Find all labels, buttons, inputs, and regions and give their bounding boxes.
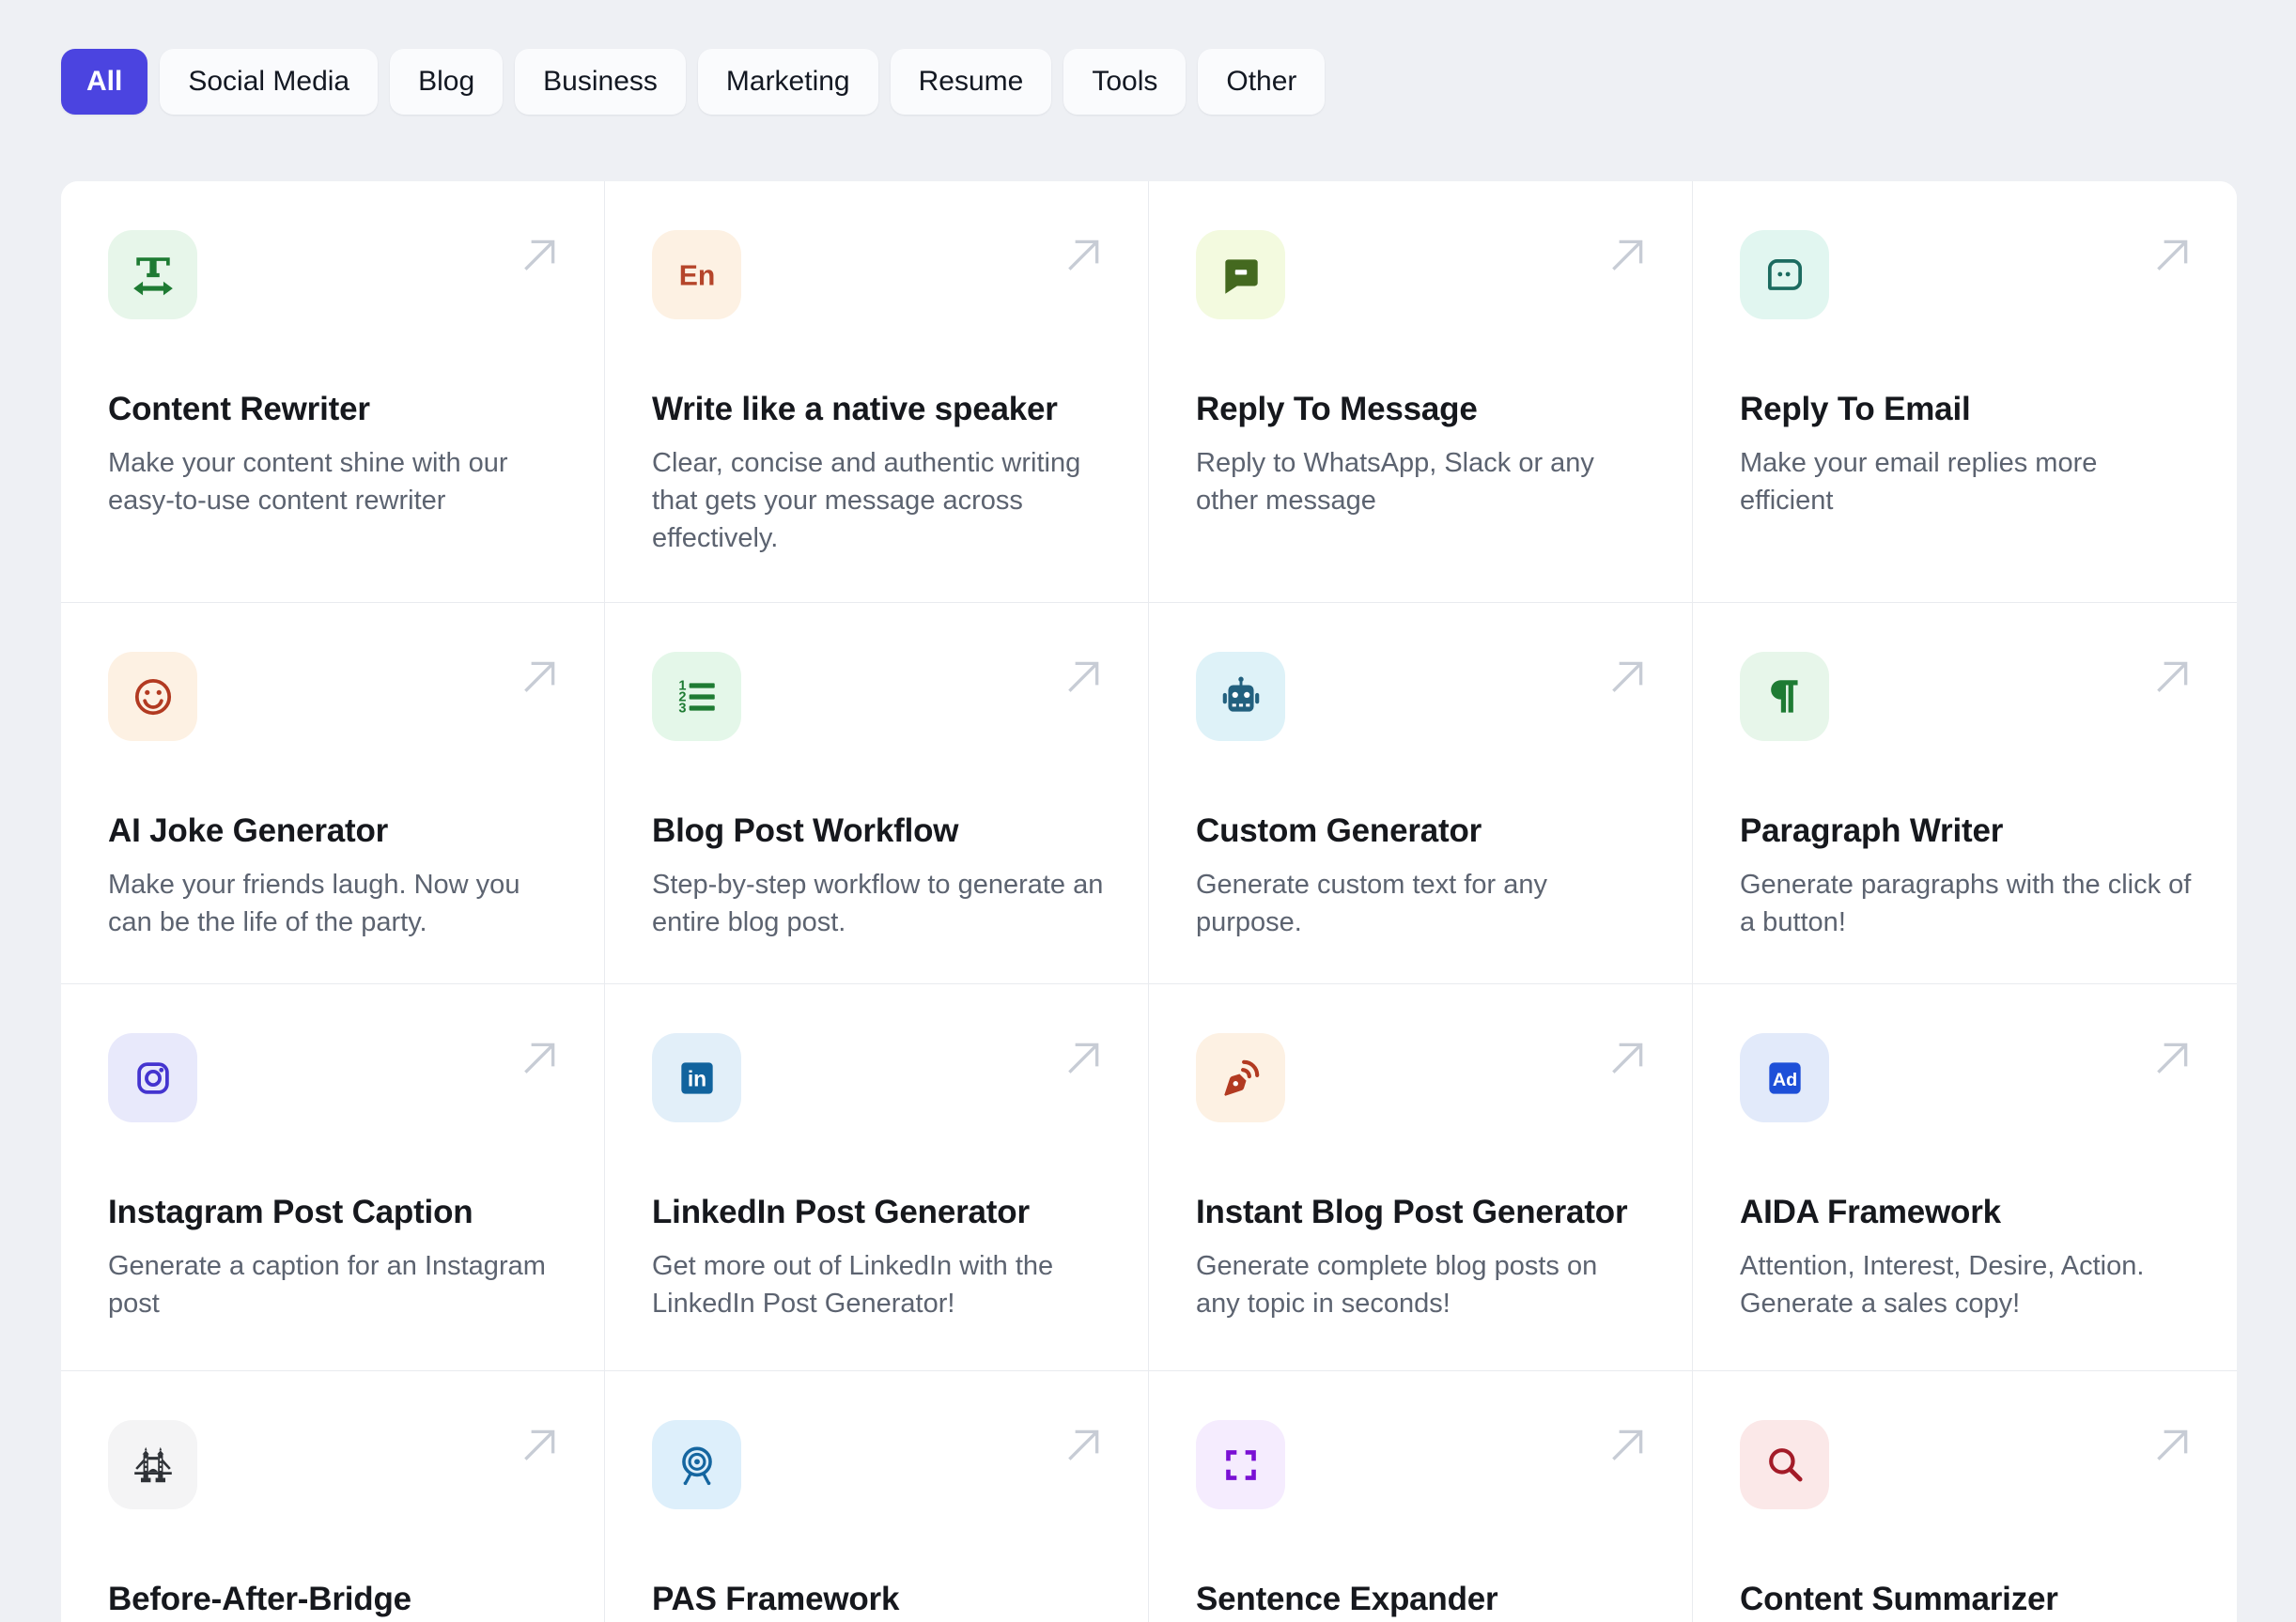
category-filter-bar: All Social Media Blog Business Marketing Resu… [61,49,1326,115]
ad-icon: Ad [1740,1033,1829,1122]
tool-title: Instant Blog Post Generator [1196,1194,1628,1230]
open-arrow-icon[interactable] [2150,656,2194,699]
pen-signal-icon [1196,1033,1285,1122]
tool-card-content-summarizer[interactable]: Content Summarizer [1693,1371,2237,1622]
tools-grid: Content Rewriter Make your content shine… [61,181,2237,1622]
tool-card-write-like-a-native-speaker[interactable]: En Write like a native speaker Clear, co… [605,181,1149,603]
svg-text:3: 3 [678,701,686,716]
numbered-list-icon: 123 [652,652,741,741]
tool-description: Make your friends laugh. Now you can be … [108,870,520,937]
open-arrow-icon[interactable] [2150,1424,2194,1467]
filter-pill-social-media[interactable]: Social Media [160,49,379,115]
tool-description: Generate custom text for any purpose. [1196,870,1547,937]
text-width-icon [108,230,197,319]
filter-pill-label: Marketing [725,66,850,97]
tool-title: PAS Framework [652,1581,900,1617]
tool-description: Attention, Interest, Desire, Action. Gen… [1740,1251,2145,1319]
tool-title: LinkedIn Post Generator [652,1194,1030,1230]
open-arrow-icon[interactable] [1606,234,1649,277]
tool-description: Generate complete blog posts on any topi… [1196,1251,1598,1319]
tool-card-content-rewriter[interactable]: Content Rewriter Make your content shine… [61,181,605,603]
english-en-icon: En [652,230,741,319]
tool-title: Before-After-Bridge [108,1581,411,1617]
tool-title: Paragraph Writer [1740,812,2004,849]
tool-title: Reply To Email [1740,391,1971,427]
expand-icon [1196,1420,1285,1509]
tool-card-pas-framework[interactable]: PAS Framework [605,1371,1149,1622]
bridge-icon [108,1420,197,1509]
tool-description: Make your email replies more efficient [1740,448,2098,516]
tool-description: Reply to WhatsApp, Slack or any other me… [1196,448,1594,516]
filter-pill-label: Social Media [188,66,350,97]
tool-title: AIDA Framework [1740,1194,2001,1230]
open-arrow-icon[interactable] [2150,1037,2194,1080]
linkedin-icon: in [652,1033,741,1122]
pilcrow-icon [1740,652,1829,741]
open-arrow-icon[interactable] [1606,1037,1649,1080]
open-arrow-icon[interactable] [1062,1037,1105,1080]
open-arrow-icon[interactable] [1062,1424,1105,1467]
tool-description: Generate a caption for an Instagram post [108,1251,546,1319]
tool-title: AI Joke Generator [108,812,389,849]
svg-text:En: En [678,260,715,291]
instagram-icon [108,1033,197,1122]
tool-title: Sentence Expander [1196,1581,1498,1617]
tool-card-ai-joke-generator[interactable]: AI Joke Generator Make your friends laug… [61,603,605,984]
open-arrow-icon[interactable] [518,1424,561,1467]
filter-pill-all[interactable]: All [61,49,148,115]
tool-card-reply-to-message[interactable]: Reply To Message Reply to WhatsApp, Slac… [1149,181,1693,603]
robot-icon [1196,652,1285,741]
tool-title: Content Rewriter [108,391,370,427]
tool-card-aida-framework[interactable]: Ad AIDA Framework Attention, Interest, D… [1693,984,2237,1371]
tool-title: Custom Generator [1196,812,1482,849]
filter-pill-other[interactable]: Other [1198,49,1326,115]
tool-description: Get more out of LinkedIn with the Linked… [652,1251,1054,1319]
open-arrow-icon[interactable] [1062,234,1105,277]
svg-text:Ad: Ad [1772,1069,1796,1089]
tool-description: Clear, concise and authentic writing tha… [652,448,1081,553]
smiley-icon [108,652,197,741]
svg-text:in: in [687,1066,706,1090]
tool-card-sentence-expander[interactable]: Sentence Expander [1149,1371,1693,1622]
tool-card-blog-post-workflow[interactable]: 123 Blog Post Workflow Step-by-step work… [605,603,1149,984]
magnifier-icon [1740,1420,1829,1509]
filter-pill-label: Tools [1092,66,1158,97]
filter-pill-label: Resume [918,66,1024,97]
tool-title: Reply To Message [1196,391,1478,427]
open-arrow-icon[interactable] [2150,234,2194,277]
filter-pill-label: Business [543,66,658,97]
tool-card-instagram-post-caption[interactable]: Instagram Post Caption Generate a captio… [61,984,605,1371]
tool-card-custom-generator[interactable]: Custom Generator Generate custom text fo… [1149,603,1693,984]
tool-card-before-after-bridge[interactable]: Before-After-Bridge [61,1371,605,1622]
tool-card-paragraph-writer[interactable]: Paragraph Writer Generate paragraphs wit… [1693,603,2237,984]
open-arrow-icon[interactable] [518,234,561,277]
open-arrow-icon[interactable] [1062,656,1105,699]
tool-title: Blog Post Workflow [652,812,959,849]
tool-card-instant-blog-post-generator[interactable]: Instant Blog Post Generator Generate com… [1149,984,1693,1371]
open-arrow-icon[interactable] [518,656,561,699]
filter-pill-resume[interactable]: Resume [890,49,1052,115]
tool-card-reply-to-email[interactable]: Reply To Email Make your email replies m… [1693,181,2237,603]
chat-dots-icon [1740,230,1829,319]
tool-title: Write like a native speaker [652,391,1058,427]
filter-pill-tools[interactable]: Tools [1063,49,1187,115]
filter-pill-label: Other [1226,66,1297,97]
filter-pill-label: Blog [418,66,475,97]
tool-title: Content Summarizer [1740,1581,2058,1617]
tool-description: Generate paragraphs with the click of a … [1740,870,2192,937]
filter-pill-label: All [86,66,123,97]
tool-description: Make your content shine with our easy-to… [108,448,508,516]
filter-pill-blog[interactable]: Blog [390,49,504,115]
filter-pill-marketing[interactable]: Marketing [697,49,878,115]
open-arrow-icon[interactable] [518,1037,561,1080]
filter-pill-business[interactable]: Business [515,49,686,115]
open-arrow-icon[interactable] [1606,1424,1649,1467]
tool-card-linkedin-post-generator[interactable]: in LinkedIn Post Generator Get more out … [605,984,1149,1371]
tool-description: Step-by-step workflow to generate an ent… [652,870,1104,937]
open-arrow-icon[interactable] [1606,656,1649,699]
chat-bubble-icon [1196,230,1285,319]
target-icon [652,1420,741,1509]
tool-title: Instagram Post Caption [108,1194,473,1230]
